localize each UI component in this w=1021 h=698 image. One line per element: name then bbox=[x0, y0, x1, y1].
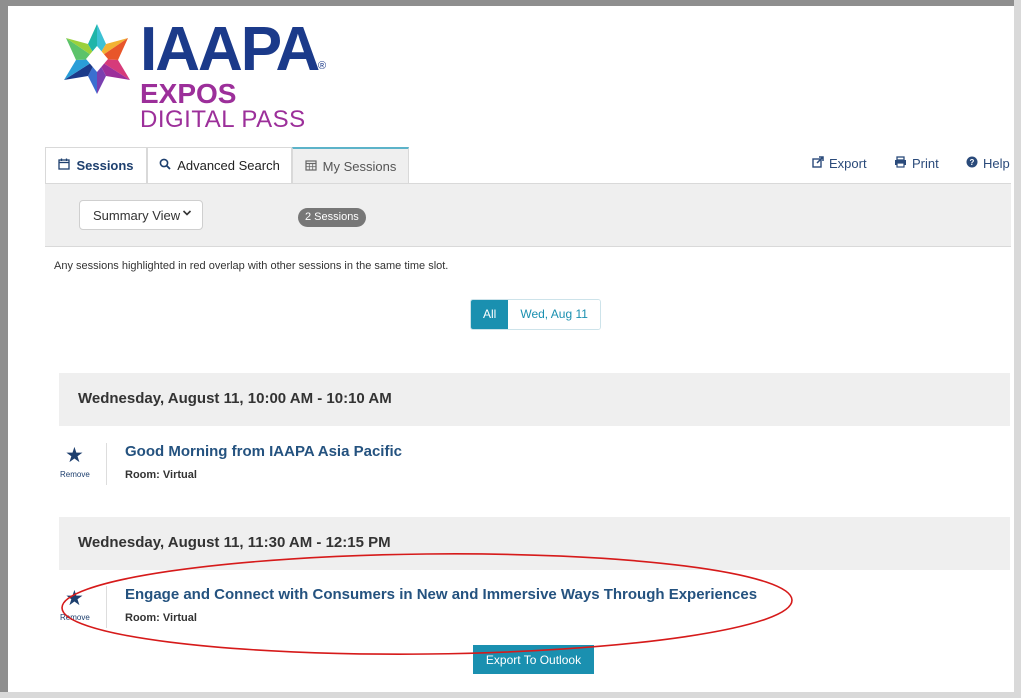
tab-bar: Sessions Advanced Search My Sessions Exp… bbox=[45, 147, 1011, 184]
remove-session-control[interactable]: ★ Remove bbox=[54, 443, 107, 485]
window-frame-left bbox=[0, 0, 8, 698]
logo-wordmark: IAAPA bbox=[140, 15, 320, 84]
window-frame-top bbox=[0, 0, 1021, 6]
question-circle-icon: ? bbox=[966, 156, 978, 171]
view-select-value: Summary View bbox=[93, 207, 181, 223]
time-slot-header: Wednesday, August 11, 11:30 AM - 12:15 P… bbox=[59, 517, 1010, 570]
help-link[interactable]: ? Help bbox=[966, 156, 1010, 171]
print-icon bbox=[894, 156, 907, 171]
print-link[interactable]: Print bbox=[894, 156, 939, 171]
chevron-down-icon bbox=[182, 208, 192, 221]
logo-registered-mark: ® bbox=[318, 60, 327, 72]
remove-session-control[interactable]: ★ Remove bbox=[54, 586, 107, 628]
filter-wed-aug-11-button[interactable]: Wed, Aug 11 bbox=[508, 300, 600, 329]
help-label: Help bbox=[983, 156, 1010, 171]
calendar-grid-icon bbox=[305, 159, 317, 174]
tab-sessions[interactable]: Sessions bbox=[45, 147, 147, 183]
iaapa-expos-logo: IAAPA ® EXPOS DIGITAL PASS bbox=[60, 15, 360, 136]
export-label: Export bbox=[829, 156, 867, 171]
session-item: ★ Remove Engage and Connect with Consume… bbox=[54, 586, 1004, 636]
date-filter: All Wed, Aug 11 bbox=[470, 299, 601, 330]
window-frame-right bbox=[1014, 0, 1021, 698]
export-to-outlook-button[interactable]: Export To Outlook bbox=[473, 645, 594, 674]
session-title-link[interactable]: Engage and Connect with Consumers in New… bbox=[125, 586, 757, 603]
remove-label: Remove bbox=[60, 613, 90, 622]
time-slot-title: Wednesday, August 11, 11:30 AM - 12:15 P… bbox=[78, 534, 391, 551]
session-room: Room: Virtual bbox=[125, 469, 197, 481]
tab-sessions-label: Sessions bbox=[76, 158, 134, 173]
tab-advanced-search-label: Advanced Search bbox=[177, 158, 280, 173]
logo-digital-pass: DIGITAL PASS bbox=[140, 106, 306, 133]
time-slot-title: Wednesday, August 11, 10:00 AM - 10:10 A… bbox=[78, 390, 392, 407]
tab-my-sessions[interactable]: My Sessions bbox=[292, 147, 409, 183]
session-item: ★ Remove Good Morning from IAAPA Asia Pa… bbox=[54, 443, 1004, 493]
print-label: Print bbox=[912, 156, 939, 171]
remove-label: Remove bbox=[60, 470, 90, 479]
calendar-outline-icon bbox=[58, 158, 71, 173]
view-select[interactable]: Summary View bbox=[79, 200, 203, 230]
session-count-badge: 2 Sessions bbox=[298, 208, 366, 227]
tab-my-sessions-label: My Sessions bbox=[322, 158, 397, 174]
search-icon bbox=[159, 158, 171, 173]
export-link[interactable]: Export bbox=[812, 156, 867, 171]
window-frame-bottom bbox=[0, 692, 1021, 698]
overlap-note: Any sessions highlighted in red overlap … bbox=[54, 260, 449, 272]
session-title-link[interactable]: Good Morning from IAAPA Asia Pacific bbox=[125, 443, 402, 460]
star-emblem-icon bbox=[64, 24, 130, 94]
view-toolbar: Summary View 2 Sessions bbox=[45, 183, 1011, 247]
filter-all-button[interactable]: All bbox=[471, 300, 509, 329]
star-icon: ★ bbox=[65, 587, 84, 610]
time-slot-header: Wednesday, August 11, 10:00 AM - 10:10 A… bbox=[59, 373, 1010, 426]
svg-text:?: ? bbox=[970, 158, 975, 167]
tab-advanced-search[interactable]: Advanced Search bbox=[147, 147, 292, 183]
star-icon: ★ bbox=[65, 444, 84, 467]
share-icon bbox=[812, 156, 824, 171]
session-room: Room: Virtual bbox=[125, 612, 197, 624]
